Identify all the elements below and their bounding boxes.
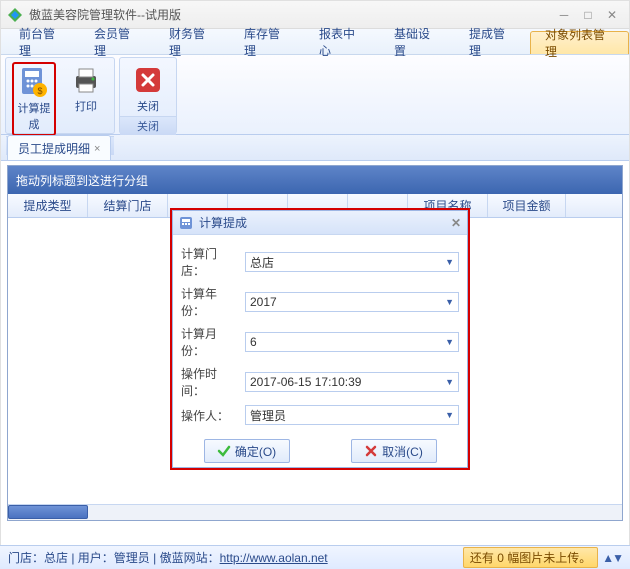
calc-commission-icon: $	[18, 66, 50, 98]
chevron-down-icon: ▼	[445, 337, 454, 347]
menu-item[interactable]: 库存管理	[230, 29, 305, 54]
statusbar-right: 还有 0 幅图片未上传。	[463, 547, 598, 568]
menu-item[interactable]: 会员管理	[80, 29, 155, 54]
calc-store-field[interactable]: 总店 ▼	[245, 252, 459, 272]
form-row-op-time: 操作时间： 2017-06-15 17:10:39 ▼	[181, 365, 459, 399]
column-header[interactable]: 结算门店	[88, 194, 168, 217]
field-value: 总店	[250, 254, 274, 271]
close-icon	[132, 64, 164, 96]
app-logo-icon	[7, 7, 23, 23]
tab-label: 员工提成明细	[18, 140, 90, 157]
operator-field[interactable]: 管理员 ▼	[245, 405, 459, 425]
form-row-calc-month: 计算月份：6▼	[181, 325, 459, 359]
menubar: 前台管理会员管理财务管理库存管理报表中心基础设置提成管理对象列表管理	[1, 29, 629, 55]
column-header[interactable]: 提成类型	[8, 194, 88, 217]
close-button[interactable]: 关闭	[126, 62, 170, 116]
ribbon-button-label: 关闭	[137, 98, 159, 114]
field-value: 管理员	[250, 407, 286, 424]
calc-month-field[interactable]: 6▼	[245, 332, 459, 352]
statusbar-left: 门店：总店 | 用户：管理员 | 傲蓝网站：	[8, 549, 220, 566]
statusbar-url[interactable]: http://www.aolan.net	[220, 551, 328, 565]
dialog-body: 计算门店：总店▼计算年份：2017▼计算月份：6▼操作时间：2017-06-15…	[173, 235, 467, 433]
menu-item[interactable]: 报表中心	[305, 29, 380, 54]
menu-item[interactable]: 基础设置	[380, 29, 455, 54]
ok-button[interactable]: 确定(O)	[204, 439, 290, 463]
dialog-close-button[interactable]: ✕	[451, 216, 461, 230]
form-label: 计算门店：	[181, 245, 239, 279]
field-value: 6	[250, 335, 257, 349]
column-header[interactable]: 项目金额	[488, 194, 566, 217]
svg-text:$: $	[37, 86, 42, 96]
form-label: 操作时间：	[181, 365, 239, 399]
ok-button-label: 确定(O)	[235, 443, 276, 460]
minimize-button[interactable]: ─	[553, 7, 575, 23]
menu-item[interactable]: 提成管理	[455, 29, 530, 54]
cancel-button[interactable]: 取消(C)	[351, 439, 437, 463]
chevron-down-icon: ▼	[445, 410, 454, 420]
menu-item[interactable]: 对象列表管理	[530, 31, 629, 54]
dialog-icon	[179, 216, 193, 230]
op-time-field[interactable]: 2017-06-15 17:10:39 ▼	[245, 372, 459, 392]
print-button[interactable]: 打印	[64, 62, 108, 136]
tabstrip: 员工提成明细 ×	[1, 135, 629, 161]
calc-year-field[interactable]: 2017 ▼	[245, 292, 459, 312]
chevron-down-icon: ▼	[445, 377, 454, 387]
cancel-button-label: 取消(C)	[382, 443, 423, 460]
form-label: 计算月份：	[181, 325, 239, 359]
form-row-operator: 操作人： 管理员 ▼	[181, 405, 459, 425]
scrollbar-thumb[interactable]	[8, 505, 88, 519]
ribbon-button-label: 计算提成	[16, 100, 52, 132]
window-title: 傲蓝美容院管理软件--试用版	[29, 6, 551, 23]
group-panel[interactable]: 拖动列标题到这进行分组	[8, 166, 622, 194]
document-tab[interactable]: 员工提成明细 ×	[7, 135, 111, 160]
x-icon	[364, 444, 378, 458]
print-icon	[70, 64, 102, 96]
dialog-title-text: 计算提成	[199, 214, 451, 231]
dialog-titlebar: 计算提成 ✕	[173, 211, 467, 235]
calc-commission-button[interactable]: $ 计算提成	[12, 62, 56, 136]
ribbon: $计算提成打印记录编辑关闭关闭	[1, 55, 629, 135]
ribbon-group: 关闭关闭	[119, 57, 177, 134]
field-value: 2017	[250, 295, 277, 309]
menu-item[interactable]: 前台管理	[5, 29, 80, 54]
form-label: 计算年份：	[181, 285, 239, 319]
chevron-down-icon: ▼	[445, 257, 454, 267]
ribbon-group: $计算提成打印记录编辑	[5, 57, 115, 134]
close-tab-icon[interactable]: ×	[94, 143, 100, 155]
dialog-buttons: 确定(O) 取消(C)	[173, 439, 467, 467]
field-value: 2017-06-15 17:10:39	[250, 375, 361, 389]
ribbon-group-label: 关闭	[120, 116, 176, 135]
form-row-calc-year: 计算年份： 2017 ▼	[181, 285, 459, 319]
close-window-button[interactable]: ✕	[601, 7, 623, 23]
menu-item[interactable]: 财务管理	[155, 29, 230, 54]
form-label: 操作人：	[181, 407, 239, 424]
calc-commission-dialog: 计算提成 ✕ 计算门店：总店▼计算年份：2017▼计算月份：6▼操作时间：201…	[170, 208, 470, 470]
statusbar: 门店：总店 | 用户：管理员 | 傲蓝网站： http://www.aolan.…	[0, 545, 630, 569]
ribbon-button-label: 打印	[75, 98, 97, 114]
horizontal-scrollbar[interactable]	[8, 504, 622, 520]
form-row-calc-store: 计算门店： 总店 ▼	[181, 245, 459, 279]
maximize-button[interactable]: □	[577, 7, 599, 23]
check-icon	[217, 444, 231, 458]
chevron-down-icon: ▼	[445, 297, 454, 307]
statusbar-arrows-icon[interactable]: ▲▼	[602, 551, 622, 565]
grid-area: 拖动列标题到这进行分组 提成类型结算门店项目名称项目金额 计算提成 ✕ 计算门店…	[7, 165, 623, 521]
